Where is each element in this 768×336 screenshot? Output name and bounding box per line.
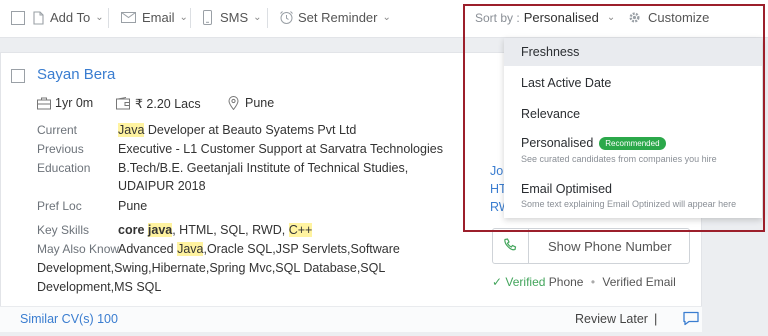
- mobile-phone-icon: [203, 10, 212, 25]
- sort-option-label-wrap: Personalised Recommended: [521, 136, 666, 150]
- sort-option-description: Some text explaining Email Optinized wil…: [521, 199, 737, 209]
- salary-value: ₹ 2.20 Lacs: [135, 97, 201, 111]
- chevron-down-icon: ⌄: [253, 12, 262, 23]
- sort-option-label: Last Active Date: [521, 76, 612, 90]
- salary: ₹ 2.20 Lacs: [116, 96, 201, 111]
- select-all-checkbox[interactable]: [11, 11, 25, 25]
- chevron-down-icon: ⌄: [179, 12, 188, 23]
- sort-option-label: Personalised: [521, 136, 594, 150]
- experience-value: 1yr 0m: [55, 96, 94, 110]
- pref-loc-label: Pref Loc: [37, 199, 82, 213]
- wallet-icon: [116, 97, 130, 110]
- customize-button[interactable]: Customize: [628, 10, 709, 25]
- may-know-line3: Development,MS SQL: [37, 280, 162, 294]
- envelope-icon: [121, 12, 136, 23]
- sort-by-dropdown[interactable]: Sort by : Personalised ⌄: [475, 10, 615, 25]
- sort-dropdown-menu: Freshness Last Active Date Relevance Per…: [504, 38, 762, 218]
- verified-phone-label: Phone: [548, 275, 584, 289]
- keyword-highlight: Java: [177, 242, 204, 256]
- sort-option-personalised[interactable]: Personalised Recommended See curated cand…: [504, 128, 762, 171]
- verified-label: Verified: [505, 275, 546, 289]
- sort-option-label: Relevance: [521, 107, 581, 121]
- sort-by-label: Sort by :: [475, 10, 520, 25]
- customize-label: Customize: [648, 10, 710, 25]
- chevron-down-icon: ⌄: [606, 12, 616, 23]
- sort-option-label: Email Optimised: [521, 182, 612, 196]
- education-label: Education: [37, 161, 91, 175]
- previous-value: Executive - L1 Customer Support at Sarva…: [118, 142, 443, 156]
- chevron-down-icon: ⌄: [382, 12, 391, 23]
- add-to-button[interactable]: Add To ⌄: [33, 10, 104, 25]
- pref-loc-value: Pune: [118, 199, 148, 213]
- keyword-highlight: C++: [288, 223, 313, 237]
- add-to-label: Add To: [50, 10, 91, 25]
- email-label: Email: [142, 10, 175, 25]
- email-button[interactable]: Email ⌄: [121, 10, 188, 25]
- keyword-highlight: java: [147, 223, 173, 237]
- gear-icon: [629, 12, 640, 23]
- alarm-clock-icon: [280, 11, 293, 24]
- recommended-badge: Recommended: [599, 137, 666, 150]
- chat-bubble-icon[interactable]: [682, 311, 700, 326]
- location-value: Pune: [245, 96, 275, 110]
- phone-icon: [504, 238, 517, 251]
- peek-text: Jo: [490, 164, 504, 178]
- show-phone-label: Show Phone Number: [548, 239, 672, 254]
- keyword-highlight: Java: [118, 123, 145, 137]
- sort-option-label: Freshness: [521, 45, 580, 59]
- experience: 1yr 0m: [37, 96, 93, 110]
- key-skills-label: Key Skills: [37, 223, 90, 237]
- sort-option-relevance[interactable]: Relevance: [504, 97, 762, 128]
- verified-email-label: Verified Email: [602, 275, 676, 289]
- current-value: Developer at Beauto Syatems Pvt Ltd: [144, 123, 357, 137]
- separator-dot: •: [590, 275, 596, 289]
- sort-option-freshness[interactable]: Freshness: [504, 38, 762, 66]
- sort-option-email-optimised[interactable]: Email Optimised Some text explaining Ema…: [504, 171, 762, 216]
- chevron-down-icon: ⌄: [95, 12, 104, 23]
- sms-label: SMS: [220, 10, 249, 25]
- candidate-name-link[interactable]: Sayan Bera: [37, 66, 115, 83]
- sort-option-description: See curated candidates from companies yo…: [521, 154, 717, 164]
- key-skill-core: core: [118, 223, 148, 237]
- sort-option-last-active-date[interactable]: Last Active Date: [504, 66, 762, 97]
- divider: [190, 8, 191, 28]
- divider: [267, 8, 268, 28]
- set-reminder-button[interactable]: Set Reminder ⌄: [279, 10, 391, 25]
- divider: [108, 8, 109, 28]
- key-skills-value: , HTML, SQL, RWD,: [172, 223, 289, 237]
- set-reminder-label: Set Reminder: [298, 10, 378, 25]
- sms-button[interactable]: SMS ⌄: [203, 10, 262, 25]
- sort-by-value: Personalised: [523, 10, 599, 25]
- verified-phone: ✓ Verified Phone • Verified Email: [492, 275, 676, 289]
- review-later-button[interactable]: Review Later: [575, 312, 648, 326]
- checkmark-icon: ✓: [492, 275, 503, 289]
- may-also-know-label: May Also Know: [37, 242, 120, 256]
- candidate-checkbox[interactable]: [11, 69, 25, 83]
- may-know-line2: Development,Swing,Hibernate,Spring Mvc,S…: [37, 261, 386, 275]
- may-know-prefix: Advanced: [118, 242, 178, 256]
- divider: |: [654, 311, 658, 326]
- similar-cvs-link[interactable]: Similar CV(s) 100: [20, 312, 118, 326]
- divider: [528, 228, 529, 264]
- previous-label: Previous: [37, 142, 84, 156]
- document-icon: [33, 10, 44, 25]
- current-label: Current: [37, 123, 78, 137]
- education-value-line1: B.Tech/B.E. Geetanjali Institute of Tech…: [118, 161, 409, 175]
- location: Pune: [228, 96, 274, 110]
- location-pin-icon: [228, 96, 239, 110]
- briefcase-icon: [37, 97, 51, 109]
- may-know-value: ,Oracle SQL,JSP Servlets,Software: [203, 242, 400, 256]
- education-value-line2: UDAIPUR 2018: [118, 179, 206, 193]
